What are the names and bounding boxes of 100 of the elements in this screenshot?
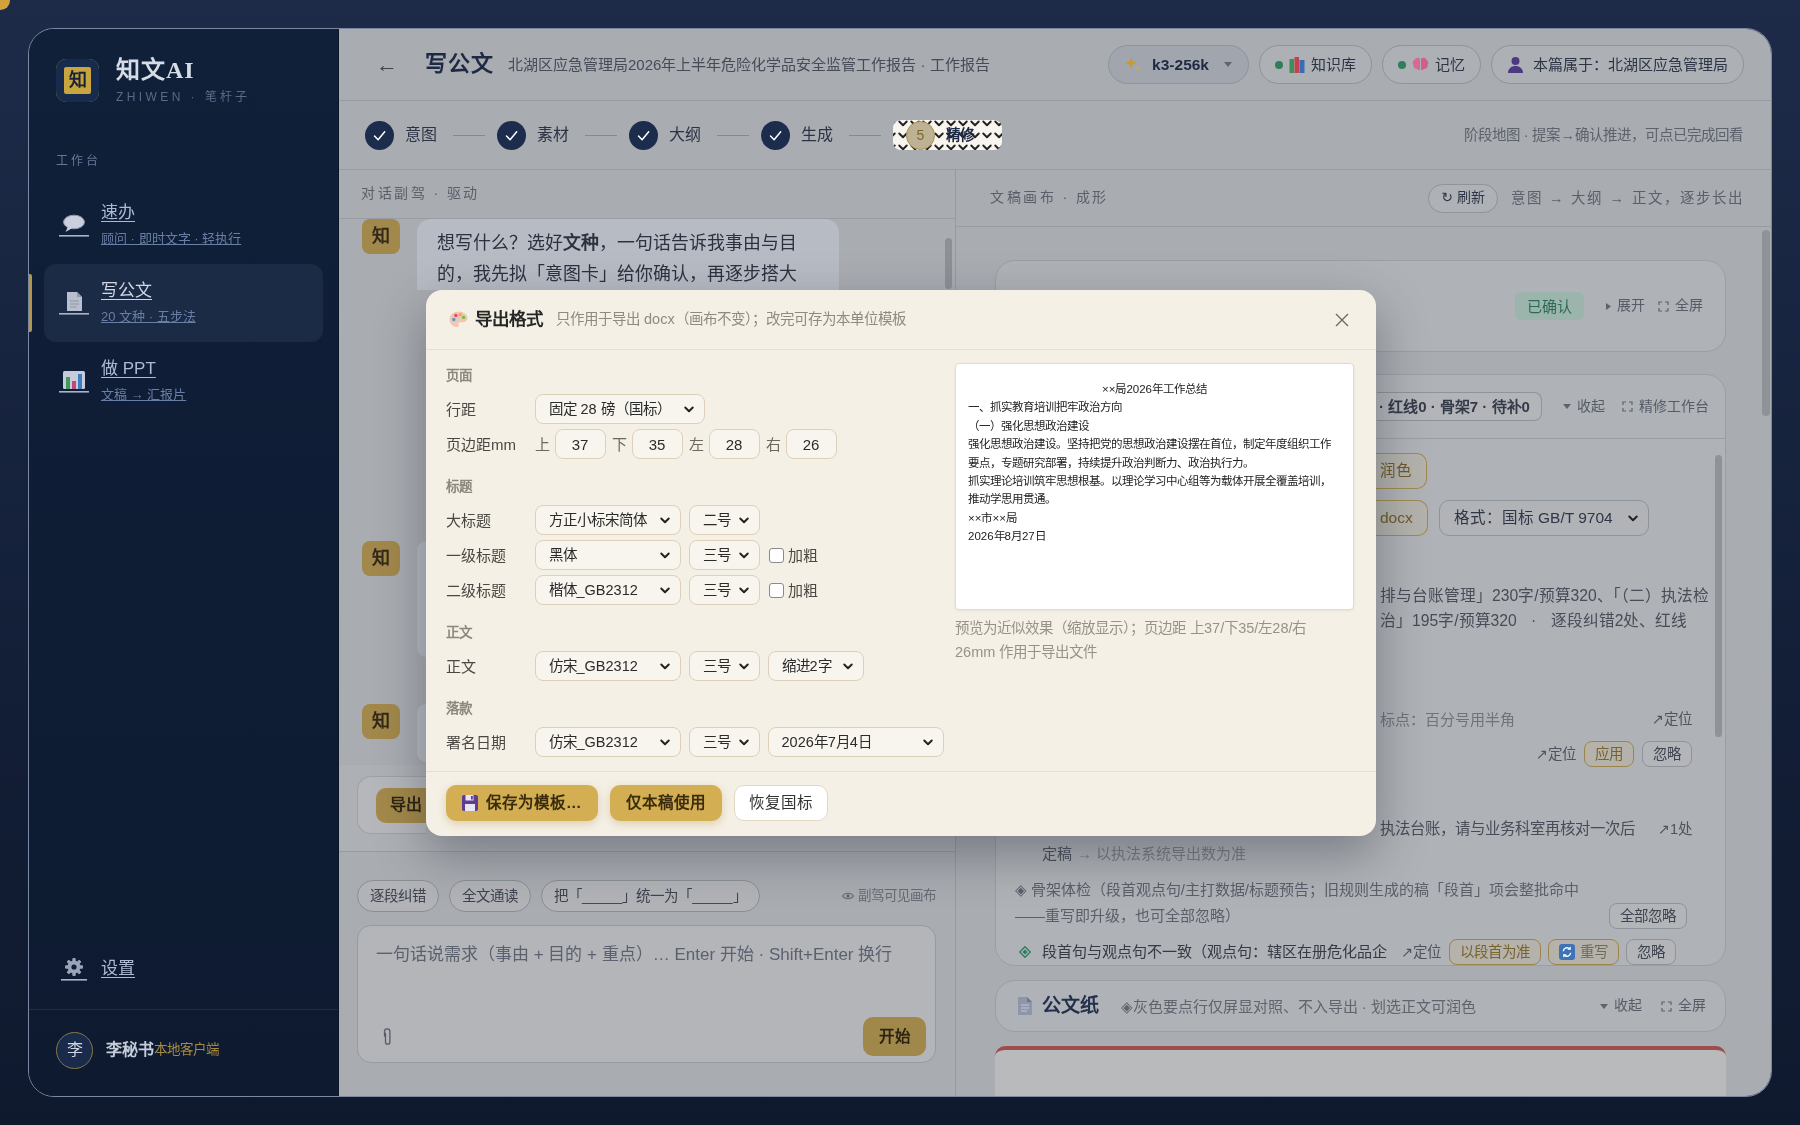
step-tab[interactable]: 素材: [497, 117, 573, 153]
prompt-chip[interactable]: 把「_____」统一为「_____」: [541, 880, 760, 912]
margin-input[interactable]: 26: [785, 429, 837, 459]
refresh-button[interactable]: ↻ 刷新: [1428, 183, 1498, 213]
status-tag: 已确认: [1515, 292, 1584, 320]
dropdown[interactable]: 仿宋_GB2312: [534, 651, 681, 681]
scrollbar-thumb: [945, 238, 952, 289]
dropdown[interactable]: 固定 28 磅（国标）: [534, 394, 705, 424]
field-label: 行距: [446, 399, 477, 420]
stats-line: 排与台账管理」230字/预算320、「（二）执法检: [1380, 586, 1709, 606]
caret-down-icon: [1600, 1003, 1608, 1009]
assistant-avatar: 知: [362, 704, 400, 739]
save-template-button[interactable]: 保存为模板…: [446, 785, 598, 821]
dropdown[interactable]: 方正小标宋简体: [534, 505, 681, 535]
field-label: 页边距mm: [446, 434, 517, 455]
prompt-chip[interactable]: 逐段纠错: [357, 880, 439, 912]
format-select[interactable]: 格式：国标 GB/T 9704: [1438, 500, 1649, 536]
dropdown[interactable]: 仿宋_GB2312: [534, 727, 681, 757]
person-icon: [1507, 56, 1524, 73]
card-note: ◈灰色要点行仅屏显对照、不入导出 · 划选正文可润色: [1121, 996, 1476, 1017]
toggle-link[interactable]: 收起: [1562, 396, 1605, 417]
locate-link[interactable]: ↗定位: [1535, 743, 1576, 765]
books-icon: [1289, 56, 1305, 73]
step-tab[interactable]: 大纲: [629, 117, 705, 153]
toggle-link[interactable]: 收起: [1600, 996, 1642, 1016]
close-button[interactable]: [1335, 312, 1349, 327]
diamond-icon: [1019, 946, 1031, 958]
preview-paragraph: 抓实理论培训筑牢思想根基。以理论学习中心组等为载体开展全覆盖培训，推动学思用贯通。: [968, 473, 1332, 508]
action-button[interactable]: 忽略: [1626, 939, 1677, 965]
document-icon: [59, 291, 89, 315]
toggle-link[interactable]: 精修工作台: [1621, 396, 1709, 417]
nav-item[interactable]: 写公文 20 文种 · 五步法: [44, 264, 323, 342]
dropdown[interactable]: 楷体_GB2312: [534, 575, 681, 605]
step-tab[interactable]: 生成: [761, 117, 837, 153]
step-number: 5: [906, 120, 935, 150]
dropdown[interactable]: 二号: [688, 505, 760, 535]
toggle-link[interactable]: 展开: [1606, 296, 1645, 316]
panel-title: 文稿画布 · 成形: [990, 188, 1109, 208]
dropdown[interactable]: 三号: [688, 727, 760, 757]
stage-hint: 阶段地图 · 提案→确认推进，可点已完成回看: [1463, 125, 1743, 145]
assistant-avatar: 知: [362, 219, 400, 254]
dropdown[interactable]: 三号: [688, 540, 760, 570]
nav-item[interactable]: 速办 顾问 · 即时文字 · 轻执行: [44, 186, 323, 264]
start-button[interactable]: 开始: [863, 1017, 926, 1056]
margin-label: 右: [765, 434, 781, 455]
logo-mark: 知: [56, 59, 99, 102]
toggle-button[interactable]: 记忆: [1382, 45, 1481, 84]
dropdown[interactable]: 三号: [688, 575, 760, 605]
action-button[interactable]: 忽略: [1642, 741, 1692, 767]
paperclip-icon[interactable]: [381, 1027, 393, 1047]
toggle-link[interactable]: 全屏: [1658, 296, 1703, 316]
preview-signature: 2026年8月27日: [968, 529, 1047, 545]
fullscreen-icon: [1658, 300, 1669, 312]
preview-signature: ××市××局: [968, 510, 1018, 526]
dropdown[interactable]: 黑体: [534, 540, 681, 570]
preview-heading: 一、抓实教育培训把牢政治方向: [968, 399, 1123, 416]
model-selector[interactable]: k3-256k: [1108, 45, 1249, 84]
margin-input[interactable]: 37: [554, 429, 606, 459]
toggle-button[interactable]: 知识库: [1259, 45, 1372, 84]
locate-link[interactable]: ↗定位: [1651, 708, 1692, 730]
dropdown[interactable]: 缩进2字: [767, 651, 864, 681]
checkbox[interactable]: [768, 582, 784, 598]
assistant-avatar: 知: [362, 541, 400, 576]
docx-button[interactable]: docx: [1376, 500, 1428, 536]
toggle-link[interactable]: 全屏: [1661, 996, 1706, 1016]
issue-text: 执法台账，请与业务科室再核对一次后: [1380, 819, 1635, 840]
dialog-title: 导出格式: [475, 308, 543, 332]
preview-subheading: （一）强化思想政治建设: [968, 418, 1090, 434]
preview-title: ××局2026年工作总结: [1101, 382, 1208, 397]
back-button[interactable]: ←: [376, 53, 398, 76]
section-label: 正文: [446, 624, 474, 642]
field-label: 正文: [446, 656, 477, 677]
message-bubble: [417, 704, 426, 762]
message-text: 想写什么？选好文种，一句话告诉我事由与目的，我先拟「意图卡」给你确认，再逐步搭大: [437, 232, 798, 286]
dropdown[interactable]: 2026年7月4日: [767, 727, 944, 757]
settings-link[interactable]: 设置: [29, 949, 135, 989]
refresh-icon: [1559, 944, 1576, 960]
step-tab[interactable]: 意图: [365, 117, 441, 153]
prompt-chip[interactable]: 全文通读: [449, 880, 531, 912]
export-button[interactable]: 导出: [376, 788, 426, 823]
speech-bubble-icon: [59, 213, 89, 237]
owner-button[interactable]: 本篇属于：北湖区应急管理局: [1491, 45, 1744, 84]
summary-tag: · 红线0 · 骨架7 · 待补0: [1377, 392, 1542, 421]
document-title: 北湖区应急管理局2026年上半年危险化学品安全监管工作报告 · 工作报告: [508, 55, 990, 75]
checkbox[interactable]: [768, 547, 784, 563]
polish-button[interactable]: 润色: [1376, 453, 1427, 489]
locate-link[interactable]: ↗1处: [1657, 818, 1692, 840]
reset-button[interactable]: 恢复国标: [733, 785, 828, 821]
action-button[interactable]: 全部忽略: [1609, 903, 1687, 929]
check-circle-icon: [761, 120, 790, 150]
nav-item[interactable]: 做 PPT 文稿 → 汇报片: [44, 342, 323, 420]
flow-hint: 意图 → 大纲 → 正文，逐步长出: [1510, 188, 1744, 208]
visibility-note: 副驾可见画布: [858, 886, 936, 905]
dropdown[interactable]: 三号: [688, 651, 760, 681]
eye-icon: [842, 891, 854, 901]
fullscreen-icon: [1661, 1000, 1672, 1012]
apply-button[interactable]: 仅本稿使用: [609, 785, 722, 821]
locate-link[interactable]: ↗定位: [1401, 941, 1442, 963]
margin-input[interactable]: 28: [708, 429, 760, 459]
margin-input[interactable]: 35: [631, 429, 683, 459]
